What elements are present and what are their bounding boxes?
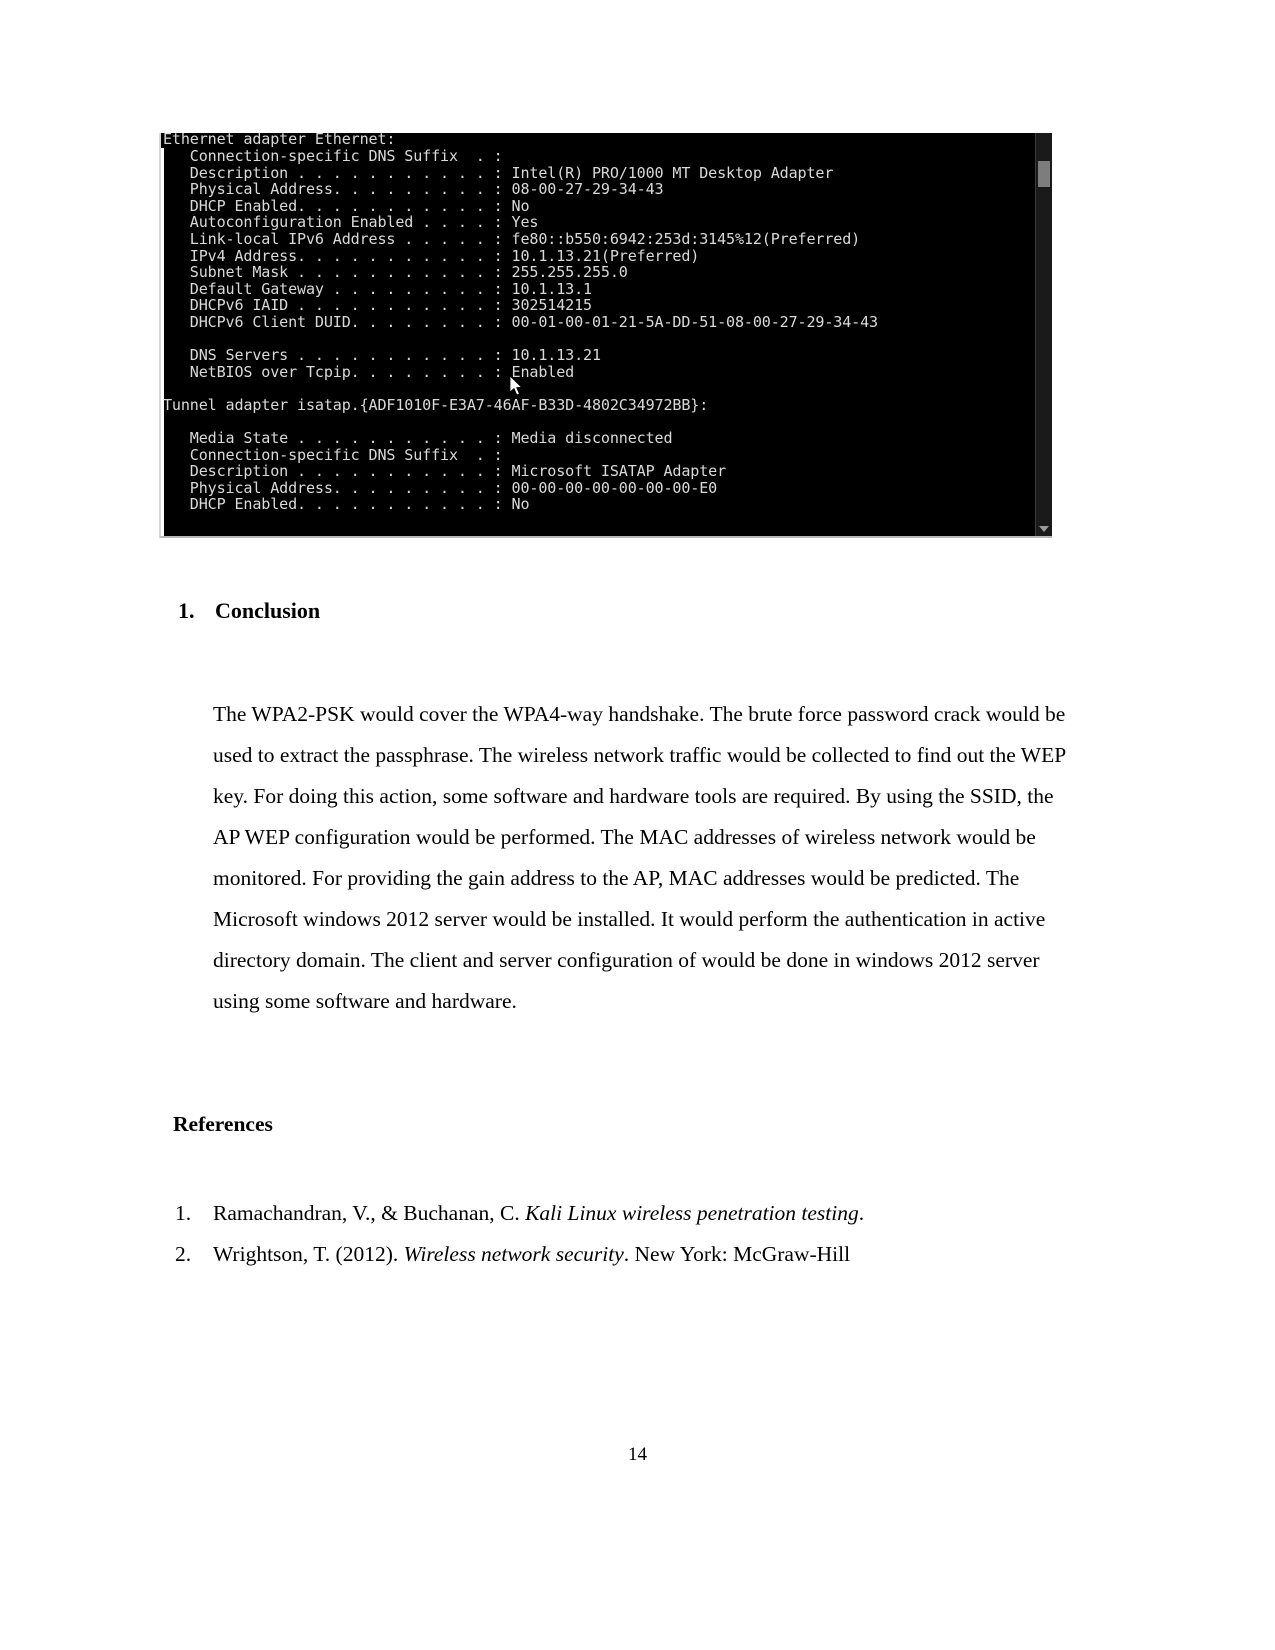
- list-item: 2. Wrightson, T. (2012). Wireless networ…: [172, 1234, 1072, 1275]
- page-number: 14: [628, 1444, 647, 1465]
- console-line: Tunnel adapter isatap.{ADF1010F-E3A7-46A…: [163, 395, 709, 414]
- conclusion-paragraph: The WPA2-PSK would cover the WPA4-way ha…: [213, 702, 1066, 1013]
- reference-authors: Ramachandran, V., & Buchanan, C.: [213, 1201, 526, 1225]
- reference-number: 2.: [175, 1242, 192, 1266]
- reference-title: Wireless network security: [403, 1242, 624, 1266]
- console-line: Physical Address. . . . . . . . . : 00-0…: [163, 478, 718, 497]
- scroll-down-arrow-icon[interactable]: [1039, 526, 1049, 532]
- console-line: DHCP Enabled. . . . . . . . . . . : No: [163, 495, 530, 514]
- console-line: Description . . . . . . . . . . . : Micr…: [163, 462, 727, 481]
- console-line: Subnet Mask . . . . . . . . . . . : 255.…: [163, 263, 628, 282]
- console-line: DNS Servers . . . . . . . . . . . : 10.1…: [163, 346, 601, 365]
- console-line: DHCPv6 IAID . . . . . . . . . . . : 3025…: [163, 296, 592, 315]
- reference-suffix: .: [858, 1201, 865, 1225]
- console-scrollbar[interactable]: [1035, 133, 1052, 536]
- console-line: NetBIOS over Tcpip. . . . . . . . : Enab…: [163, 362, 575, 381]
- console-line: Connection-specific DNS Suffix . :: [163, 147, 503, 165]
- references-list: 1. Ramachandran, V., & Buchanan, C. Kali…: [172, 1193, 1072, 1275]
- reference-authors: Wrightson, T. (2012).: [213, 1242, 404, 1266]
- reference-suffix: . New York: McGraw-Hill: [623, 1242, 851, 1266]
- console-line: Description . . . . . . . . . . . : Inte…: [163, 163, 834, 182]
- console-line: Default Gateway . . . . . . . . . : 10.1…: [163, 279, 592, 298]
- page-title: Conclusion: [215, 598, 321, 623]
- console-title-line: Ethernet adapter Ethernet:: [163, 133, 396, 148]
- section-number: 1.: [178, 598, 195, 623]
- console-line: Autoconfiguration Enabled . . . . : Yes: [163, 213, 539, 232]
- console-line: Media State . . . . . . . . . . . : Medi…: [163, 429, 673, 448]
- reference-text: Wrightson, T. (2012). Wireless network s…: [213, 1234, 1072, 1275]
- console-line: Physical Address. . . . . . . . . : 08-0…: [163, 180, 664, 199]
- console-line: IPv4 Address. . . . . . . . . . . : 10.1…: [163, 246, 700, 265]
- scrollbar-thumb[interactable]: [1038, 161, 1050, 187]
- console-line: Connection-specific DNS Suffix . :: [163, 445, 503, 464]
- console-line: DHCPv6 Client DUID. . . . . . . . : 00-0…: [163, 312, 878, 331]
- reference-number: 1.: [175, 1201, 192, 1225]
- console-output-body: Connection-specific DNS Suffix . : Descr…: [163, 148, 1043, 513]
- console-line: Link-local IPv6 Address . . . . . : fe80…: [163, 229, 861, 248]
- reference-text: Ramachandran, V., & Buchanan, C. Kali Li…: [213, 1193, 1072, 1234]
- references-heading: References: [173, 1112, 273, 1136]
- list-item: 1. Ramachandran, V., & Buchanan, C. Kali…: [172, 1193, 1072, 1234]
- reference-title: Kali Linux wireless penetration testing: [525, 1201, 859, 1225]
- console-line: DHCP Enabled. . . . . . . . . . . : No: [163, 196, 530, 215]
- document-page: Ethernet adapter Ethernet: Connection-sp…: [0, 0, 1275, 1650]
- mouse-cursor-icon: [510, 376, 523, 396]
- ipconfig-console-screenshot: Ethernet adapter Ethernet: Connection-sp…: [159, 133, 1052, 538]
